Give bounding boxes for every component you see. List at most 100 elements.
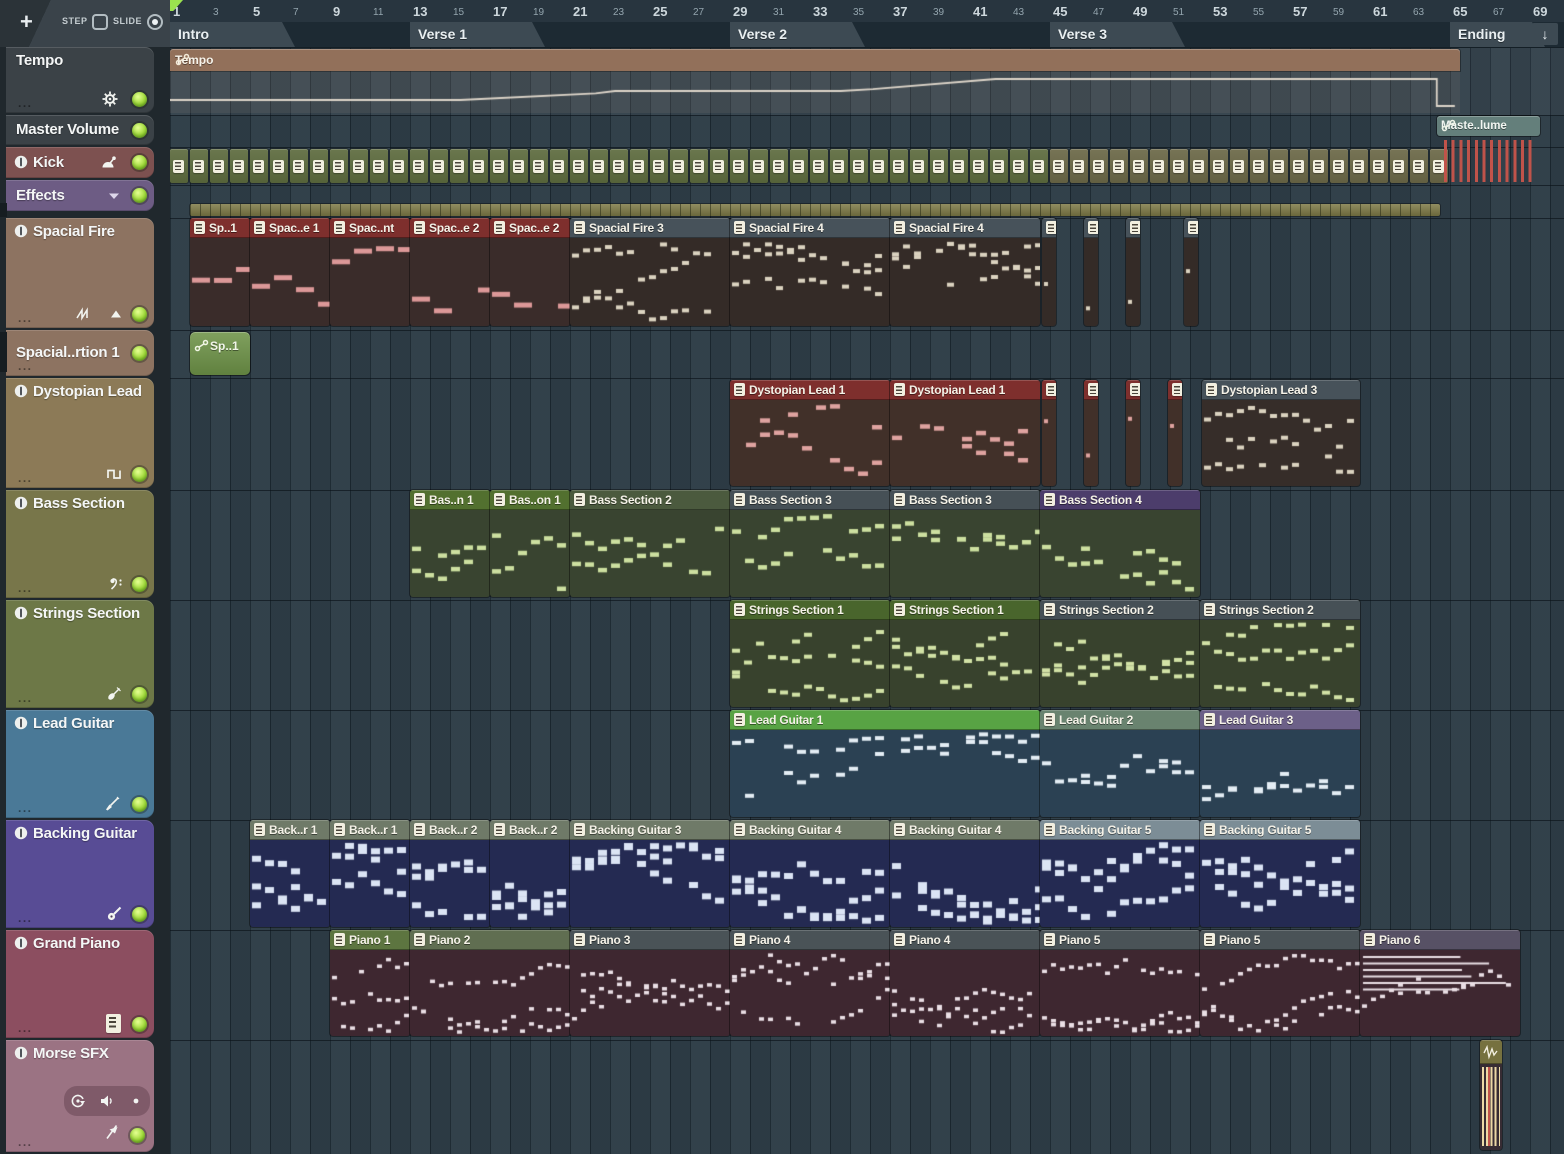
kick-pattern-clip[interactable] <box>230 149 248 183</box>
clip-strings-section-2[interactable]: Strings Section 2 <box>1040 600 1200 707</box>
clip-dystopian-lead-1[interactable]: Dystopian Lead 1 <box>890 380 1040 486</box>
kick-pattern-clip[interactable] <box>890 149 908 183</box>
kick-pattern-clip[interactable] <box>330 149 348 183</box>
track-enable-icon[interactable] <box>14 716 28 730</box>
effects-pattern-strip[interactable] <box>190 204 1440 216</box>
clip-spac-e-2[interactable]: Spac..e 2 <box>490 218 570 326</box>
spacial-distortion-automation-clip[interactable]: Sp..1 <box>190 332 250 375</box>
kick-pattern-clip[interactable] <box>990 149 1008 183</box>
kick-pattern-clip[interactable] <box>170 149 188 183</box>
clip-header[interactable]: Strings Section 1 <box>730 600 890 620</box>
clip-pattern[interactable] <box>1126 380 1140 486</box>
kick-pattern-clip[interactable] <box>1170 149 1188 183</box>
track-header-effects[interactable]: Effects <box>6 180 154 211</box>
track-led[interactable] <box>132 687 147 702</box>
clip-back-r-1[interactable]: Back..r 1 <box>250 820 330 927</box>
track-led[interactable] <box>132 577 147 592</box>
clip-dystopian-lead-3[interactable]: Dystopian Lead 3 <box>1202 380 1360 486</box>
marker-row[interactable]: IntroVerse 1Verse 2Verse 3Ending↓ <box>170 22 1564 48</box>
kick-pattern-clip[interactable] <box>1290 149 1308 183</box>
timeline-marker-ending[interactable]: Ending <box>1450 22 1545 47</box>
kick-pattern-clip[interactable] <box>650 149 668 183</box>
clip-back-r-2[interactable]: Back..r 2 <box>410 820 490 927</box>
clip-header[interactable] <box>1168 380 1182 400</box>
kick-pattern-clip[interactable] <box>210 149 228 183</box>
clip-back-r-2[interactable]: Back..r 2 <box>490 820 570 927</box>
clip-header[interactable]: Strings Section 2 <box>1200 600 1360 620</box>
kick-pattern-clip[interactable] <box>1310 149 1328 183</box>
timeline-marker-intro[interactable]: Intro <box>170 22 295 47</box>
timeline-marker-verse-2[interactable]: Verse 2 <box>730 22 865 47</box>
clip-header[interactable]: Spac..e 2 <box>410 218 490 238</box>
kick-pattern-clip[interactable] <box>1250 149 1268 183</box>
clip-header[interactable]: Lead Guitar 3 <box>1200 710 1360 730</box>
kick-pattern-clip[interactable] <box>430 149 448 183</box>
clip-backing-guitar-4[interactable]: Backing Guitar 4 <box>730 820 890 927</box>
kick-pattern-clip[interactable] <box>850 149 868 183</box>
clip-header[interactable]: Strings Section 2 <box>1040 600 1200 620</box>
clip-piano-3[interactable]: Piano 3 <box>570 930 730 1036</box>
kick-pattern-clip[interactable] <box>1410 149 1428 183</box>
clip-backing-guitar-3[interactable]: Backing Guitar 3 <box>570 820 730 927</box>
kick-pattern-clip[interactable] <box>810 149 828 183</box>
kick-pattern-clip[interactable] <box>1230 149 1248 183</box>
track-options-dots[interactable]: ... <box>18 1021 33 1035</box>
kick-pattern-clip[interactable] <box>1010 149 1028 183</box>
kick-pattern-clip[interactable] <box>1190 149 1208 183</box>
track-header-tempo[interactable]: Tempo... <box>6 47 154 113</box>
kick-pattern-clip[interactable] <box>1090 149 1108 183</box>
triangle-up-icon[interactable] <box>108 306 124 322</box>
kick-pattern-clip[interactable] <box>830 149 848 183</box>
kick-pattern-clip[interactable] <box>450 149 468 183</box>
clip-header[interactable]: Backing Guitar 4 <box>730 820 890 840</box>
gear-icon[interactable] <box>102 91 118 107</box>
clip-lead-guitar-1[interactable]: Lead Guitar 1 <box>730 710 1040 817</box>
clip-header[interactable]: Piano 3 <box>570 930 730 950</box>
clip-header[interactable] <box>1042 380 1056 400</box>
kick-pattern-clip[interactable] <box>290 149 308 183</box>
kick-pattern-clip[interactable] <box>370 149 388 183</box>
kick-pattern-clip[interactable] <box>1270 149 1288 183</box>
kick-pattern-clip[interactable] <box>1070 149 1088 183</box>
track-options-dots[interactable]: ... <box>18 691 33 705</box>
clip-header[interactable]: Back..r 2 <box>490 820 570 840</box>
clip-strings-section-2[interactable]: Strings Section 2 <box>1200 600 1360 707</box>
clip-spacial-fire-4[interactable]: Spacial Fire 4 <box>890 218 1040 326</box>
clip-piano-4[interactable]: Piano 4 <box>890 930 1040 1036</box>
kick-pattern-clip[interactable] <box>550 149 568 183</box>
bar-number-row[interactable]: 1591317212529333741454953576165693711151… <box>170 0 1564 22</box>
clip-header[interactable]: Backing Guitar 3 <box>570 820 730 840</box>
kick-pattern-clip[interactable] <box>670 149 688 183</box>
track-options-dots[interactable]: ... <box>18 801 33 815</box>
clip-piano-1[interactable]: Piano 1 <box>330 930 410 1036</box>
clip-header[interactable] <box>1184 218 1198 238</box>
clip-header[interactable]: Dystopian Lead 3 <box>1202 380 1360 400</box>
track-header-grand-piano[interactable]: Grand Piano... <box>6 930 154 1038</box>
timeline-marker-verse-3[interactable]: Verse 3 <box>1050 22 1185 47</box>
track-enable-icon[interactable] <box>14 826 28 840</box>
speaker-icon[interactable] <box>99 1093 115 1109</box>
track-options-dots[interactable]: ... <box>18 96 33 110</box>
kick-pattern-clip[interactable] <box>310 149 328 183</box>
clip-sp-1[interactable]: Sp..1 <box>190 218 250 326</box>
clip-header[interactable]: Bas..n 1 <box>410 490 490 510</box>
clip-pattern[interactable] <box>1184 218 1198 326</box>
track-enable-icon[interactable] <box>14 606 28 620</box>
kick-pattern-clip[interactable] <box>530 149 548 183</box>
clip-spac-e-2[interactable]: Spac..e 2 <box>410 218 490 326</box>
track-header-strings-section[interactable]: Strings Section... <box>6 600 154 708</box>
kick-pattern-clip[interactable] <box>250 149 268 183</box>
clip-header[interactable] <box>1084 380 1098 400</box>
kick-pattern-clip[interactable] <box>1350 149 1368 183</box>
kick-pattern-clip[interactable] <box>1210 149 1228 183</box>
audio-clip-header[interactable] <box>1480 1040 1502 1064</box>
clip-piano-5[interactable]: Piano 5 <box>1200 930 1360 1036</box>
kick-pattern-clip[interactable] <box>270 149 288 183</box>
track-led[interactable] <box>132 307 147 322</box>
clip-bass-section-2[interactable]: Bass Section 2 <box>570 490 730 597</box>
clip-header[interactable]: Spacial Fire 3 <box>570 218 730 238</box>
kick-pattern-clip[interactable] <box>710 149 728 183</box>
timeline-marker-verse-1[interactable]: Verse 1 <box>410 22 545 47</box>
track-led[interactable] <box>132 92 147 107</box>
track-led[interactable] <box>130 1128 145 1143</box>
